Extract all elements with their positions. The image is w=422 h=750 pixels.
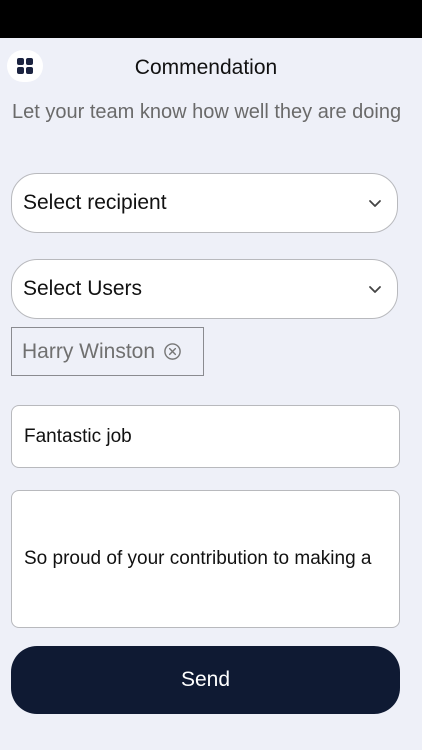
commendation-title-input[interactable]: Fantastic job (11, 405, 400, 468)
selected-user-chip: Harry Winston (11, 327, 204, 376)
status-bar (0, 0, 422, 38)
chevron-down-icon (369, 200, 381, 207)
select-users-label: Select Users (23, 277, 143, 300)
selected-user-name: Harry Winston (22, 339, 156, 363)
select-recipient-label: Select recipient (23, 191, 167, 214)
page-subtitle: Let your team know how well they are doi… (12, 101, 402, 123)
page-title: Commendation (134, 56, 278, 79)
select-users-dropdown[interactable]: Select Users (11, 259, 398, 319)
send-button-label: Send (180, 668, 231, 691)
chevron-down-icon (369, 286, 381, 293)
commendation-message-value: So proud of your contribution to making … (24, 548, 372, 569)
send-button[interactable]: Send (11, 646, 400, 714)
commendation-title-value: Fantastic job (24, 425, 132, 447)
select-recipient-dropdown[interactable]: Select recipient (11, 173, 398, 233)
commendation-message-input[interactable]: So proud of your contribution to making … (11, 490, 400, 628)
app-header: Commendation (0, 38, 422, 96)
remove-user-icon[interactable] (163, 342, 182, 361)
